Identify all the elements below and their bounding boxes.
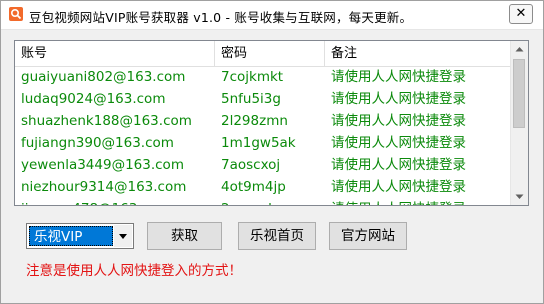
official-site-button[interactable]: 官方网站 [329, 222, 407, 250]
login-notice: 注意是使用人人网快捷登入的方式！ [26, 263, 242, 279]
password-cell: 7aoscxoj [221, 157, 281, 173]
list-row[interactable]: guaiyuani802@163.com 7cojkmkt 请使用人人网快捷登录 [15, 66, 512, 88]
account-cell: guaiyuani802@163.com [21, 69, 186, 85]
account-cell: yewenla3449@163.com [21, 157, 184, 173]
password-cell: 1m1gw5ak [221, 135, 296, 151]
list-row[interactable]: jinwuzn478@163.com 2agmnlqo 请使用人人网快捷登录 [15, 198, 512, 205]
site-select[interactable]: 乐视VIP [26, 223, 134, 249]
note-cell: 请使用人人网快捷登录 [331, 157, 466, 173]
account-cell: ludaq9024@163.com [21, 91, 166, 107]
column-header-password[interactable]: 密码 [215, 41, 325, 66]
site-select-highlight: 乐视VIP [29, 226, 113, 246]
list-row[interactable]: ludaq9024@163.com 5nfu5i3g 请使用人人网快捷登录 [15, 88, 512, 110]
list-row[interactable]: niezhour9314@163.com 4ot9m4jp 请使用人人网快捷登录 [15, 176, 512, 198]
column-header-account[interactable]: 账号 [15, 41, 215, 66]
password-cell: 2agmnlqo [215, 198, 325, 205]
account-cell: shuazhenk188@163.com [21, 113, 192, 129]
column-header-note[interactable]: 备注 [325, 41, 512, 66]
window-title: 豆包视频网站VIP账号获取器 v1.0 - 账号收集与互联网，每天更新。 [29, 10, 413, 25]
scroll-up-arrow-icon[interactable] [511, 41, 528, 58]
scrollbar-thumb[interactable] [513, 59, 525, 128]
get-button[interactable]: 获取 [147, 222, 222, 250]
magnifier-app-icon [9, 7, 23, 21]
note-cell: 请使用人人网快捷登录 [325, 198, 512, 205]
password-cell: 2l298zmn [221, 113, 288, 129]
vertical-scrollbar[interactable] [510, 41, 528, 205]
account-cell: fujiangn390@163.com [21, 135, 174, 151]
list-row[interactable]: shuazhenk188@163.com 2l298zmn 请使用人人网快捷登录 [15, 110, 512, 132]
note-cell: 请使用人人网快捷登录 [331, 179, 466, 195]
password-cell: 5nfu5i3g [221, 91, 281, 107]
scroll-down-arrow-icon[interactable] [511, 188, 528, 205]
chevron-down-icon [119, 234, 127, 239]
site-select-value: 乐视VIP [34, 229, 83, 245]
list-row[interactable]: fujiangn390@163.com 1m1gw5ak 请使用人人网快捷登录 [15, 132, 512, 154]
list-rows: guaiyuani802@163.com 7cojkmkt 请使用人人网快捷登录… [15, 66, 512, 205]
note-cell: 请使用人人网快捷登录 [331, 135, 466, 151]
account-cell: jinwuzn478@163.com [15, 198, 215, 205]
note-cell: 请使用人人网快捷登录 [331, 69, 466, 85]
password-cell: 4ot9m4jp [221, 179, 286, 195]
password-cell: 7cojkmkt [221, 69, 284, 85]
list-row[interactable]: yewenla3449@163.com 7aoscxoj 请使用人人网快捷登录 [15, 154, 512, 176]
home-page-button[interactable]: 乐视首页 [238, 222, 316, 250]
list-header: 账号 密码 备注 [15, 41, 512, 67]
app-window: 豆包视频网站VIP账号获取器 v1.0 - 账号收集与互联网，每天更新。 ✕ 账… [0, 0, 544, 304]
title-bar: 豆包视频网站VIP账号获取器 v1.0 - 账号收集与互联网，每天更新。 ✕ [1, 1, 543, 30]
note-cell: 请使用人人网快捷登录 [331, 91, 466, 107]
dropdown-button[interactable] [114, 225, 132, 247]
note-cell: 请使用人人网快捷登录 [331, 113, 466, 129]
account-list[interactable]: 账号 密码 备注 guaiyuani802@163.com 7cojkmkt 请… [14, 40, 529, 206]
account-cell: niezhour9314@163.com [21, 179, 187, 195]
close-icon: ✕ [515, 6, 527, 21]
close-button[interactable]: ✕ [509, 4, 533, 24]
